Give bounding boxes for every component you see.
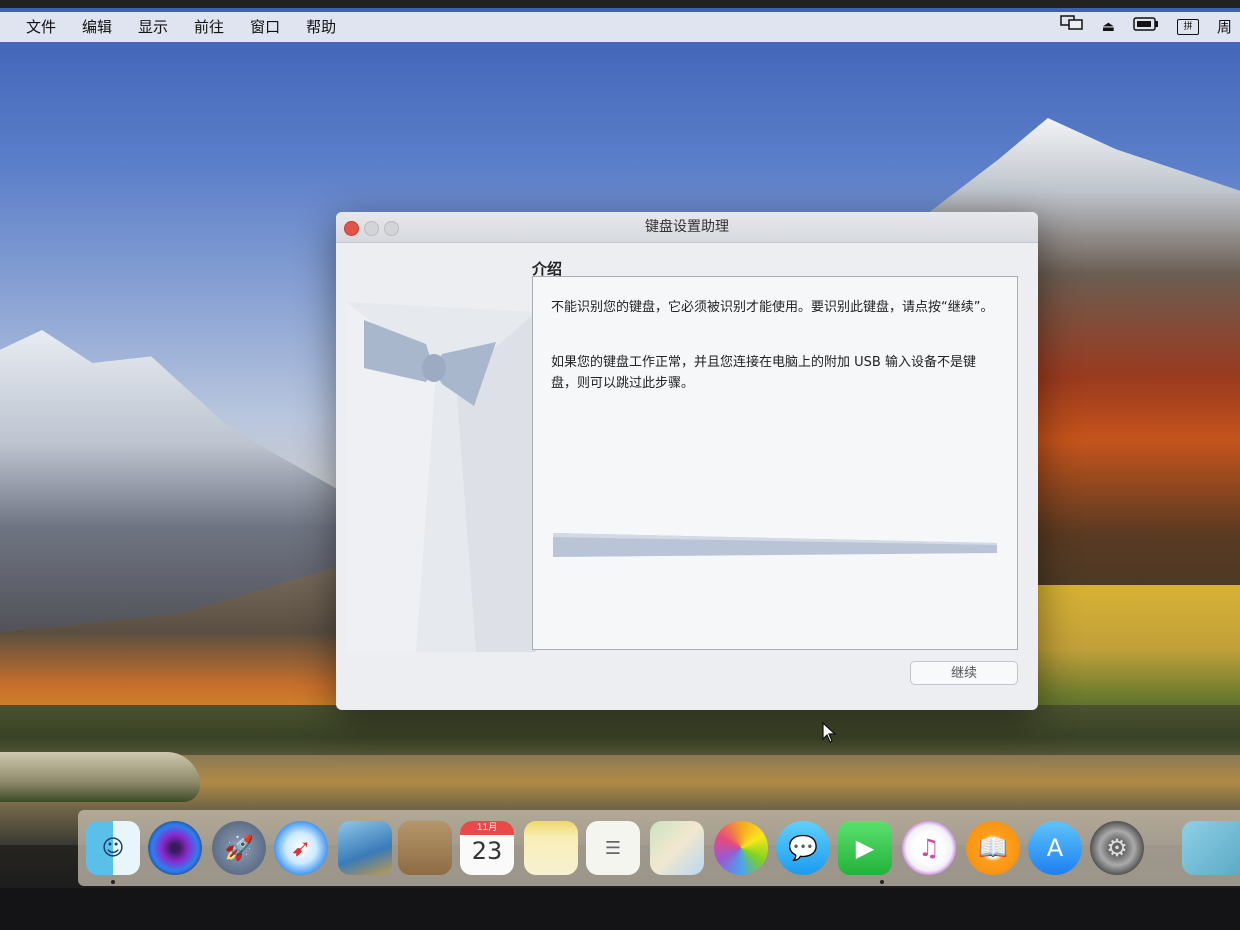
menu-items: 文件 编辑 显示 前往 窗口 帮助 xyxy=(0,12,349,42)
app-store-icon[interactable]: A xyxy=(1028,821,1082,875)
menu-window[interactable]: 窗口 xyxy=(237,12,293,42)
system-preferences-icon[interactable]: ⚙ xyxy=(1090,821,1144,875)
content-panel: 不能识别您的键盘，它必须被识别才能使用。要识别此键盘，请点按“继续”。 如果您的… xyxy=(532,276,1018,650)
maps-icon[interactable] xyxy=(650,821,704,875)
tuxedo-illustration xyxy=(346,302,536,652)
apple-menu-icon[interactable] xyxy=(0,12,8,42)
mouse-cursor-icon xyxy=(822,722,837,743)
siri-icon[interactable] xyxy=(148,821,202,875)
running-indicator xyxy=(880,880,884,884)
display-mirroring-icon[interactable] xyxy=(1060,12,1084,42)
downloads-folder-icon[interactable] xyxy=(1182,821,1240,875)
title-bar[interactable]: 键盘设置助理 xyxy=(336,212,1038,243)
keyboard-illustration xyxy=(553,533,997,557)
intro-paragraph-2: 如果您的键盘工作正常，并且您连接在电脑上的附加 USB 输入设备不是键盘，则可以… xyxy=(551,355,976,391)
menu-view[interactable]: 显示 xyxy=(125,12,181,42)
calendar-month: 11月 xyxy=(460,821,514,835)
continue-button[interactable]: 继续 xyxy=(910,661,1018,685)
notes-icon[interactable] xyxy=(524,821,578,875)
screen-bezel-bottom xyxy=(0,888,1240,930)
status-icons: ⏏ 拼 周 xyxy=(1060,12,1240,42)
dock: ☺ 🚀 ➹ 11月 23 ☰ 💬 ▶ ♫ 📖 A ⚙ xyxy=(78,810,1240,886)
calendar-day: 23 xyxy=(471,837,503,865)
intro-paragraph-1: 不能识别您的键盘，它必须被识别才能使用。要识别此键盘，请点按“继续”。 xyxy=(551,300,994,315)
itunes-icon[interactable]: ♫ xyxy=(902,821,956,875)
running-indicator xyxy=(111,880,115,884)
facetime-icon[interactable]: ▶ xyxy=(838,821,892,875)
menu-file[interactable]: 文件 xyxy=(0,12,69,42)
menu-bar: 文件 编辑 显示 前往 窗口 帮助 ⏏ 拼 周 xyxy=(0,12,1240,42)
photo-booth-icon[interactable] xyxy=(338,821,392,875)
menu-go[interactable]: 前往 xyxy=(181,12,237,42)
menu-help[interactable]: 帮助 xyxy=(293,12,349,42)
ibooks-icon[interactable]: 📖 xyxy=(966,821,1020,875)
battery-icon[interactable] xyxy=(1133,12,1159,42)
input-method-icon[interactable]: 拼 xyxy=(1176,19,1199,35)
keyboard-setup-assistant-window: 键盘设置助理 介绍 不能识别您的键盘，它必须被识别才能使用。要识别此键盘，请点按… xyxy=(336,212,1038,710)
finder-icon[interactable]: ☺ xyxy=(86,821,140,875)
eject-icon[interactable]: ⏏ xyxy=(1102,12,1115,42)
messages-icon[interactable]: 💬 xyxy=(776,821,830,875)
contacts-icon[interactable] xyxy=(398,821,452,875)
menu-edit[interactable]: 编辑 xyxy=(69,12,125,42)
photos-icon[interactable] xyxy=(714,821,768,875)
screen-bezel-top xyxy=(0,0,1240,8)
launchpad-icon[interactable]: 🚀 xyxy=(212,821,266,875)
wallpaper-trees xyxy=(0,705,1240,760)
calendar-icon[interactable]: 11月 23 xyxy=(460,821,514,875)
safari-icon[interactable]: ➹ xyxy=(274,821,328,875)
wallpaper-shore xyxy=(0,752,200,802)
clock[interactable]: 周 xyxy=(1217,12,1232,42)
window-title: 键盘设置助理 xyxy=(645,219,729,235)
reminders-icon[interactable]: ☰ xyxy=(586,821,640,875)
